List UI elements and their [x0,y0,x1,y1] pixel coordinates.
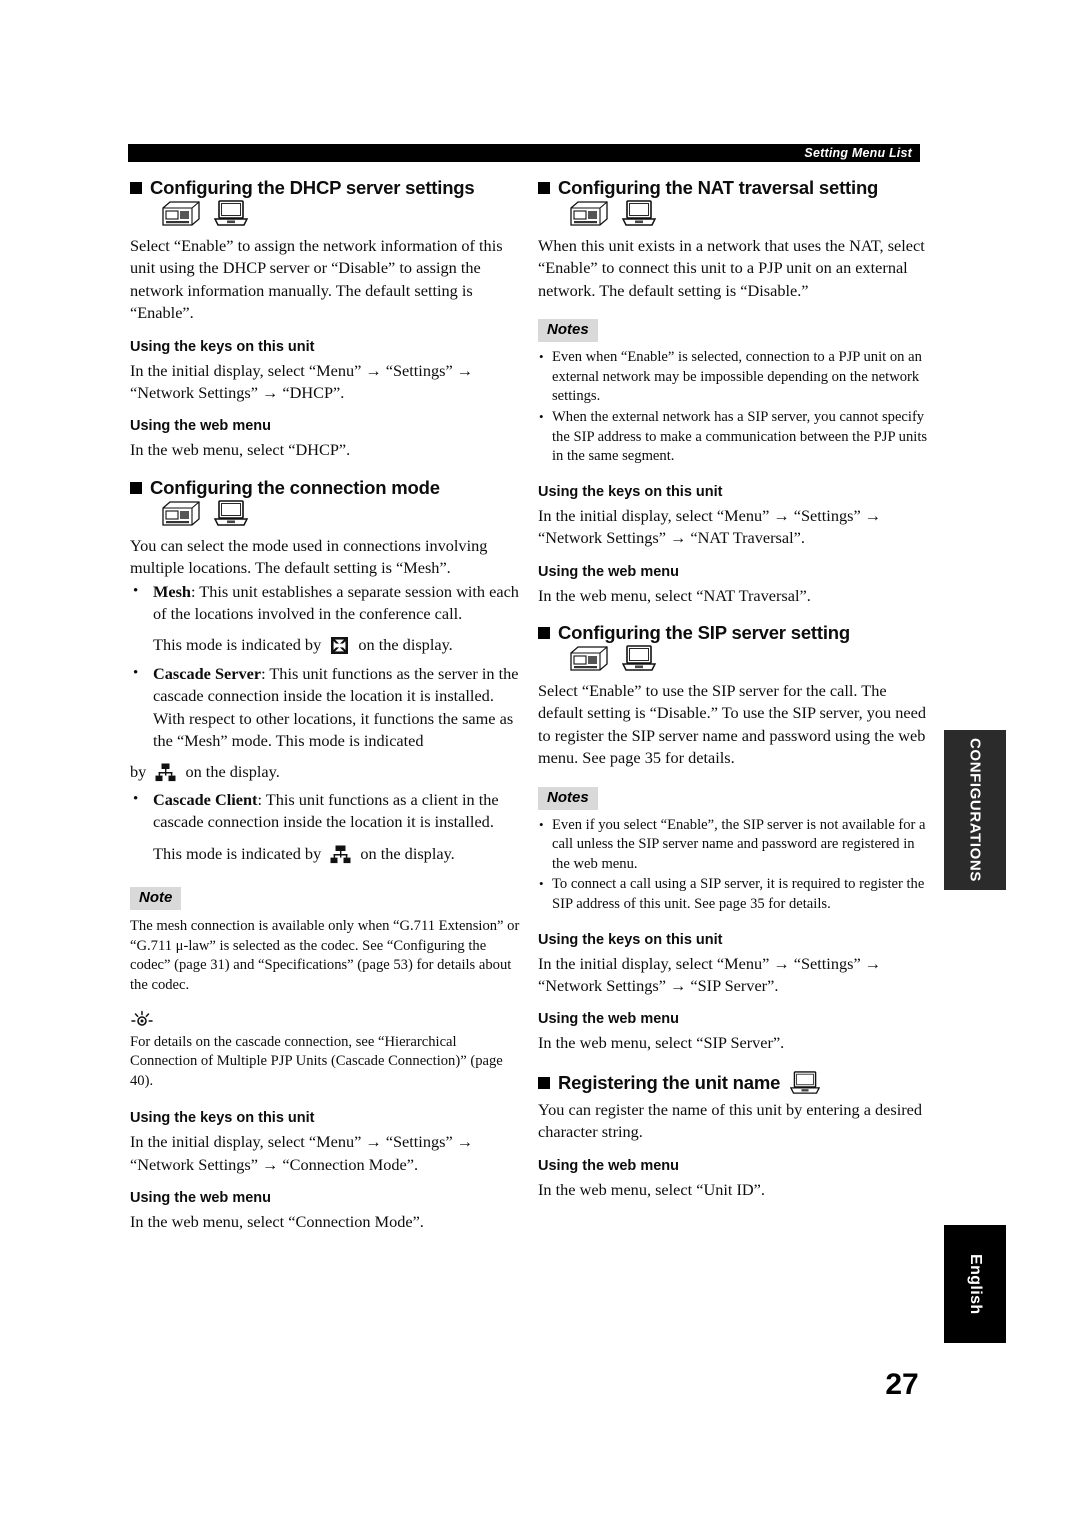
web-instructions-dhcp: In the web menu, select “DHCP”. [130,440,351,460]
square-bullet-icon [130,481,142,494]
cascade-server-icon [155,763,176,788]
mode-term: Mesh [153,581,191,601]
conference-console-icon [160,501,200,532]
section-body-dhcp: Select “Enable” to assign the network in… [130,236,503,323]
list-item: Mesh: This unit establishes a separate s… [130,580,522,626]
subheading-using-keys-sip: Using the keys on this unit [538,931,723,948]
display-note-prefix: This mode is indicated by [153,635,322,655]
mode-term: Cascade Server [153,663,262,683]
section-body-connection-mode: You can select the mode used in connecti… [130,535,488,578]
keys-instructions-dhcp: In the initial display, select “Menu” → … [130,360,474,403]
subheading-using-web-nat: Using the web menu [538,563,679,580]
note-label: Note [130,887,182,911]
web-instructions-sip: In the web menu, select “SIP Server”. [538,1033,785,1053]
section-heading-dhcp: Configuring the DHCP server settings [130,176,522,200]
list-item: Cascade Server: This unit functions as t… [130,662,522,753]
subheading-using-keys-nat: Using the keys on this unit [538,483,723,500]
keys-instructions-connection-mode: In the initial display, select “Menu” → … [130,1132,474,1174]
display-note-suffix: on the display. [185,761,280,781]
display-note-prefix: This mode is indicated by [153,843,322,863]
tip-body-connection-mode: For details on the cascade connection, s… [130,1033,503,1089]
side-tab-language-label: English [967,1253,984,1315]
connection-mode-list-cascade-server: Cascade Server: This unit functions as t… [130,662,522,753]
display-note-prefix: by [130,761,147,781]
device-icon-row-connection-mode [160,500,522,532]
side-tab-configurations: CONFIGURATIONS [944,730,1006,890]
web-instructions-nat: In the web menu, select “NAT Traversal”. [538,585,811,605]
note-item: When the external network has a SIP serv… [538,407,930,467]
device-icon-row-dhcp [160,200,522,232]
mesh-display-note: This mode is indicated by on the display… [130,634,522,661]
section-heading-nat: Configuring the NAT traversal setting [538,176,930,200]
section-title-text: Registering the unit name [558,1071,781,1093]
section-title-text: Configuring the DHCP server settings [150,177,475,198]
notes-list-sip: Even if you select “Enable”, the SIP ser… [538,815,930,915]
section-title-text: Configuring the connection mode [150,476,440,498]
square-bullet-icon [538,182,550,194]
web-instructions-connection-mode: In the web menu, select “Connection Mode… [130,1212,424,1232]
conference-console-icon [160,201,200,232]
mesh-mode-icon [330,636,349,661]
square-bullet-icon [130,182,142,194]
keys-instructions-nat: In the initial display, select “Menu” → … [538,505,882,548]
page-number: 27 [885,1368,919,1401]
note-item: To connect a call using a SIP server, it… [538,874,930,914]
device-icon-row-sip [568,645,930,677]
side-tab-language: English [944,1225,1006,1343]
section-body-unit-name: You can register the name of this unit b… [538,1099,923,1142]
cascade-client-display-note: This mode is indicated by on the display… [130,843,522,870]
subheading-using-web-dhcp: Using the web menu [130,418,271,435]
conference-console-icon [568,646,608,677]
section-title-text: Configuring the SIP server setting [558,622,850,643]
section-body-nat: When this unit exists in a network that … [538,236,925,300]
note-item: Even if you select “Enable”, the SIP ser… [538,815,930,875]
mode-description: : This unit establishes a separate sessi… [153,581,519,624]
keys-instructions-sip: In the initial display, select “Menu” → … [538,953,882,995]
section-body-sip: Select “Enable” to use the SIP server fo… [538,681,926,768]
section-heading-sip: Configuring the SIP server setting [538,621,930,645]
cascade-client-icon [330,845,351,870]
note-item: Even when “Enable” is selected, connecti… [538,347,930,407]
side-tab-configurations-label: CONFIGURATIONS [966,738,984,882]
manual-page: Setting Menu List Configuring the DHCP s… [0,0,1080,1528]
laptop-icon [213,500,249,532]
device-icon-row-nat [568,200,930,232]
display-note-suffix: on the display. [358,635,453,655]
subheading-using-keys-dhcp: Using the keys on this unit [130,338,315,355]
web-instructions-unit-name: In the web menu, select “Unit ID”. [538,1179,765,1199]
cascade-server-display-note: by on the display. [130,761,522,788]
notes-label-sip: Notes [538,786,598,810]
tip-icon-wrap [130,1010,522,1032]
list-item: Cascade Client: This unit functions as a… [130,788,522,834]
laptop-icon [789,1071,821,1101]
section-heading-connection-mode: Configuring the connection mode [130,476,522,500]
tip-bulb-icon [130,1010,154,1035]
connection-mode-list: Mesh: This unit establishes a separate s… [130,580,522,626]
subheading-using-web-unit-name: Using the web menu [538,1157,679,1174]
laptop-icon [213,200,249,232]
laptop-icon [621,645,657,677]
page-header-band: Setting Menu List [128,144,920,162]
connection-mode-list-cascade-client: Cascade Client: This unit functions as a… [130,788,522,834]
notes-label-nat: Notes [538,319,598,343]
subheading-using-web-connection-mode: Using the web menu [130,1190,271,1207]
page-header-title: Setting Menu List [804,146,912,160]
subheading-using-keys-connection-mode: Using the keys on this unit [130,1110,315,1127]
conference-console-icon [568,201,608,232]
mode-term: Cascade Client [153,789,258,809]
section-title-text: Configuring the NAT traversal setting [558,177,879,198]
square-bullet-icon [538,627,550,639]
square-bullet-icon [538,1076,550,1089]
subheading-using-web-sip: Using the web menu [538,1011,679,1028]
display-note-suffix: on the display. [360,843,455,863]
section-heading-unit-name: Registering the unit name [538,1068,930,1098]
notes-list-nat: Even when “Enable” is selected, connecti… [538,347,930,467]
left-column: Configuring the DHCP server settings Sel… [130,176,522,1234]
note-body-connection-mode: The mesh connection is available only wh… [130,918,520,993]
laptop-icon [621,200,657,232]
right-column: Configuring the NAT traversal setting Wh… [538,176,930,1201]
